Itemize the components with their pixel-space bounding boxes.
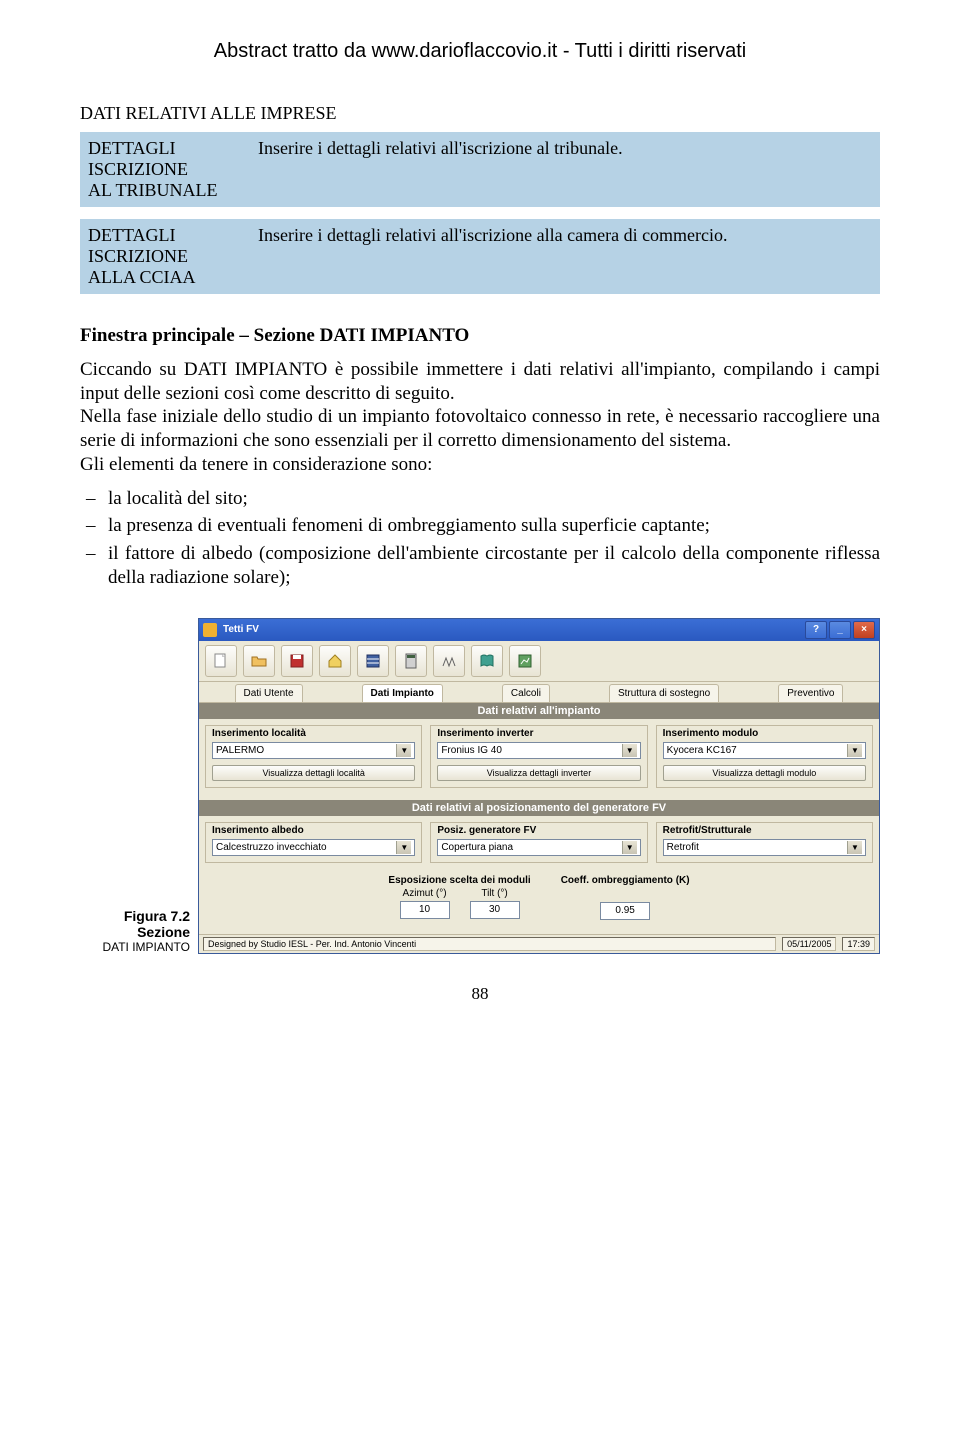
list-item: il fattore di albedo (composizione dell'… [108,542,880,590]
toolbar-structure-icon[interactable] [433,645,465,677]
definition-box-tribunale: DETTAGLI ISCRIZIONE AL TRIBUNALE Inserir… [80,132,880,207]
input-coeff-k[interactable]: 0.95 [600,902,650,920]
window-title: Tetti FV [223,624,259,635]
tab-bar: Dati Utente Dati Impianto Calcoli Strutt… [199,682,879,703]
app-icon [203,623,217,637]
tab-preventivo[interactable]: Preventivo [778,684,843,702]
group-localita: Inserimento località PALERMO▼ Visualizza… [205,725,422,788]
list-item: la presenza di eventuali fenomeni di omb… [108,514,880,538]
body-paragraph: Nella fase iniziale dello studio di un i… [80,405,880,453]
group-title: Inserimento inverter [437,728,640,739]
close-button[interactable]: × [853,621,875,639]
btn-dettagli-inverter[interactable]: Visualizza dettagli inverter [437,765,640,781]
group-title: Retrofit/Strutturale [663,825,866,836]
tab-dati-utente[interactable]: Dati Utente [235,684,303,702]
body-paragraph: Ciccando su DATI IMPIANTO è possibile im… [80,358,880,406]
toolbar-open-icon[interactable] [243,645,275,677]
section-title: DATI RELATIVI ALLE IMPRESE [80,103,880,124]
group-title: Inserimento modulo [663,728,866,739]
definition-text: Inserire i dettagli relativi all'iscrizi… [258,138,872,201]
btn-dettagli-modulo[interactable]: Visualizza dettagli modulo [663,765,866,781]
status-designer: Designed by Studio IESL - Per. Ind. Anto… [203,937,776,951]
status-date: 05/11/2005 [782,937,836,951]
term-line: DETTAGLI [88,225,258,246]
chevron-down-icon[interactable]: ▼ [847,841,862,854]
group-esposizione: Esposizione scelta dei moduli Azimut (°)… [388,875,530,920]
input-tilt[interactable]: 30 [470,901,520,919]
toolbar-calc-icon[interactable] [395,645,427,677]
group-title: Inserimento località [212,728,415,739]
group-title: Posiz. generatore FV [437,825,640,836]
label-tilt: Tilt (°) [470,888,520,899]
term-line: AL TRIBUNALE [88,180,258,201]
chevron-down-icon[interactable]: ▼ [847,744,862,757]
section-bar-impianto: Dati relativi all'impianto [199,703,879,719]
toolbar-home-icon[interactable] [319,645,351,677]
group-retrofit: Retrofit/Strutturale Retrofit▼ [656,822,873,863]
combo-retrofit[interactable]: Retrofit▼ [663,839,866,856]
group-modulo: Inserimento modulo Kyocera KC167▼ Visual… [656,725,873,788]
combo-posizione[interactable]: Copertura piana▼ [437,839,640,856]
label-azimut: Azimut (°) [400,888,450,899]
group-inverter: Inserimento inverter Fronius IG 40▼ Visu… [430,725,647,788]
list-item: la località del sito; [108,487,880,511]
group-posizione: Posiz. generatore FV Copertura piana▼ [430,822,647,863]
chevron-down-icon[interactable]: ▼ [396,744,411,757]
status-bar: Designed by Studio IESL - Per. Ind. Anto… [199,934,879,953]
tab-calcoli[interactable]: Calcoli [502,684,550,702]
tab-struttura[interactable]: Struttura di sostegno [609,684,719,702]
tab-dati-impianto[interactable]: Dati Impianto [362,684,443,702]
term-line: ISCRIZIONE [88,246,258,267]
definition-text: Inserire i dettagli relativi all'iscrizi… [258,225,872,288]
combo-modulo[interactable]: Kyocera KC167▼ [663,742,866,759]
subsection-heading: Finestra principale – Sezione DATI IMPIA… [80,324,880,348]
group-albedo: Inserimento albedo Calcestruzzo invecchi… [205,822,422,863]
figure-caption: Figura 7.2 Sezione DATI IMPIANTO [80,908,198,954]
chevron-down-icon[interactable]: ▼ [622,744,637,757]
toolbar-book-icon[interactable] [471,645,503,677]
toolbar-panel-icon[interactable] [357,645,389,677]
input-azimut[interactable]: 10 [400,901,450,919]
combo-albedo[interactable]: Calcestruzzo invecchiato▼ [212,839,415,856]
combo-localita[interactable]: PALERMO▼ [212,742,415,759]
status-time: 17:39 [842,937,875,951]
section-bar-posizionamento: Dati relativi al posizionamento del gene… [199,800,879,816]
btn-dettagli-localita[interactable]: Visualizza dettagli località [212,765,415,781]
toolbar-save-icon[interactable] [281,645,313,677]
chevron-down-icon[interactable]: ▼ [622,841,637,854]
minimize-button[interactable]: _ [829,621,851,639]
term-line: ALLA CCIAA [88,267,258,288]
page-number: 88 [80,984,880,1004]
chevron-down-icon[interactable]: ▼ [396,841,411,854]
toolbar-report-icon[interactable] [509,645,541,677]
toolbar-new-icon[interactable] [205,645,237,677]
body-paragraph: Gli elementi da tenere in considerazione… [80,453,880,477]
abstract-header: Abstract tratto da www.darioflaccovio.it… [80,40,880,63]
combo-inverter[interactable]: Fronius IG 40▼ [437,742,640,759]
toolbar [199,641,879,682]
group-title: Inserimento albedo [212,825,415,836]
group-coeff-ombreggiamento: Coeff. ombreggiamento (K) 0.95 [561,875,690,920]
app-window: Tetti FV ? _ × Dati Utente Dati Impianto [198,618,880,954]
titlebar: Tetti FV ? _ × [199,619,879,641]
term-line: DETTAGLI [88,138,258,159]
definition-box-cciaa: DETTAGLI ISCRIZIONE ALLA CCIAA Inserire … [80,219,880,294]
term-line: ISCRIZIONE [88,159,258,180]
help-button[interactable]: ? [805,621,827,639]
